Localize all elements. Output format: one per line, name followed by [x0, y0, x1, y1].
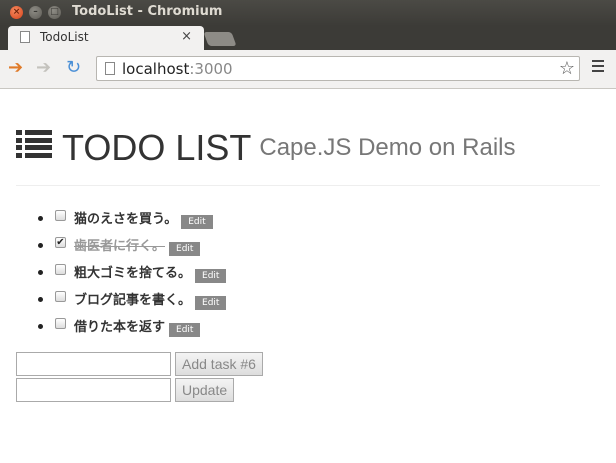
browser-toolbar: ➔ ➔ ↻ localhost:3000 ☆: [0, 50, 616, 89]
task-checkbox-checked[interactable]: ✔: [55, 237, 66, 248]
menu-icon[interactable]: [592, 60, 604, 75]
star-icon[interactable]: ☆: [559, 58, 575, 79]
task-label: 猫のえさを買う。 Edit: [74, 208, 213, 229]
bullet: [38, 270, 43, 275]
url-port: :3000: [189, 60, 233, 78]
task-label: 粗大ゴミを捨てる。 Edit: [74, 262, 227, 283]
bullet: [38, 243, 43, 248]
task-checkbox[interactable]: [55, 318, 66, 329]
address-url[interactable]: localhost:3000: [122, 60, 233, 78]
tab-strip: TodoList ×: [0, 26, 616, 50]
url-host: localhost: [122, 60, 190, 78]
window-title: TodoList - Chromium: [72, 4, 223, 19]
new-task-input[interactable]: [16, 352, 171, 376]
page-content: TODO LIST Cape.JS Demo on Rails 猫のえさを買う。 E…: [0, 89, 616, 463]
window-close-button[interactable]: ×: [10, 6, 23, 19]
task-checkbox[interactable]: [55, 210, 66, 221]
edit-button[interactable]: Edit: [169, 241, 201, 256]
address-bar[interactable]: localhost:3000 ☆: [96, 56, 580, 81]
page-title: TODO LIST: [62, 127, 252, 168]
task-text: 粗大ゴミを捨てる。: [74, 266, 192, 281]
task-checkbox[interactable]: [55, 291, 66, 302]
bullet: [38, 324, 43, 329]
bullet: [38, 297, 43, 302]
window-minimize-button[interactable]: –: [29, 6, 42, 19]
task-checkbox[interactable]: [55, 264, 66, 275]
page-icon: [105, 62, 115, 75]
update-task-input[interactable]: [16, 378, 171, 402]
bullet: [38, 216, 43, 221]
page-subtitle: Cape.JS Demo on Rails: [259, 134, 516, 161]
task-text-done: 歯医者に行く。: [74, 239, 166, 254]
window-titlebar: × – □ TodoList - Chromium: [0, 0, 616, 26]
task-label: ブログ記事を書く。 Edit: [74, 289, 227, 310]
update-task-form: Update: [16, 378, 235, 402]
task-label: 歯医者に行く。 Edit: [74, 235, 201, 256]
task-text: ブログ記事を書く。: [74, 293, 192, 308]
divider: [16, 185, 600, 186]
tab-close-icon[interactable]: ×: [181, 29, 192, 44]
tab-title: TodoList: [40, 30, 89, 44]
list-icon: [16, 130, 52, 158]
back-arrow-icon[interactable]: ➔: [8, 58, 23, 78]
new-tab-button[interactable]: [203, 32, 237, 46]
edit-button[interactable]: Edit: [195, 295, 227, 310]
page-heading: TODO LIST Cape.JS Demo on Rails: [16, 127, 516, 169]
reload-icon[interactable]: ↻: [66, 58, 81, 78]
add-task-form: Add task #6: [16, 352, 263, 376]
page-favicon-icon: [20, 31, 30, 43]
add-task-button[interactable]: Add task #6: [175, 352, 263, 376]
forward-arrow-icon[interactable]: ➔: [36, 58, 51, 78]
task-text: 猫のえさを買う。: [74, 212, 178, 227]
task-label: 借りた本を返す Edit: [74, 316, 201, 337]
edit-button[interactable]: Edit: [195, 268, 227, 283]
window-maximize-button[interactable]: □: [48, 6, 61, 19]
edit-button[interactable]: Edit: [169, 322, 201, 337]
task-text: 借りた本を返す: [74, 320, 166, 335]
tab-todolist[interactable]: TodoList ×: [8, 26, 204, 50]
update-button[interactable]: Update: [175, 378, 235, 402]
edit-button[interactable]: Edit: [181, 214, 213, 229]
